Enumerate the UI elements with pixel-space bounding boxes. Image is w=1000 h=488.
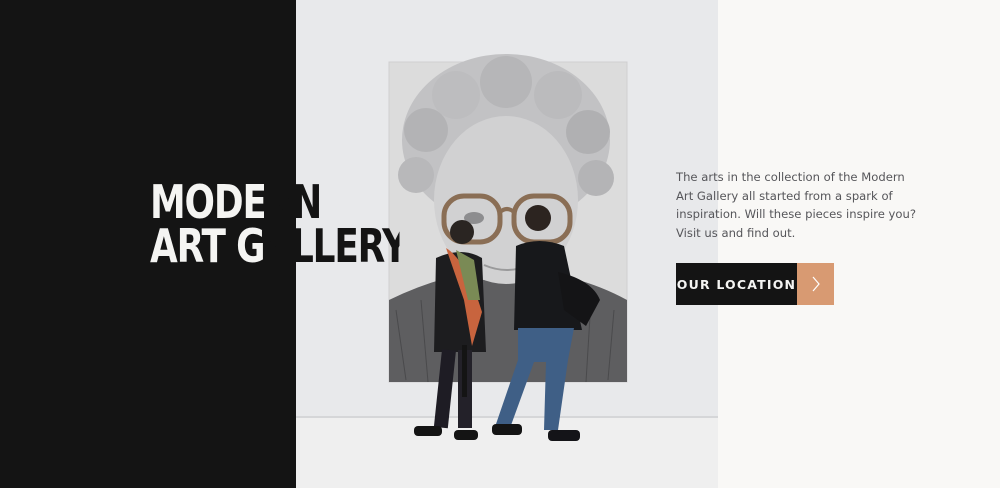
our-location-label[interactable]: OUR LOCATION bbox=[676, 263, 797, 305]
title-line-2: ART GALLERY bbox=[150, 219, 408, 273]
light-side-panel bbox=[718, 0, 1000, 488]
title-line-1: MODERN bbox=[150, 179, 400, 225]
our-location-button[interactable]: OUR LOCATION bbox=[676, 263, 834, 305]
intro-paragraph: The arts in the collection of the Modern… bbox=[676, 170, 917, 240]
page-title: MODERN ART GALLERY bbox=[150, 179, 470, 273]
chevron-right-icon[interactable] bbox=[797, 263, 834, 305]
